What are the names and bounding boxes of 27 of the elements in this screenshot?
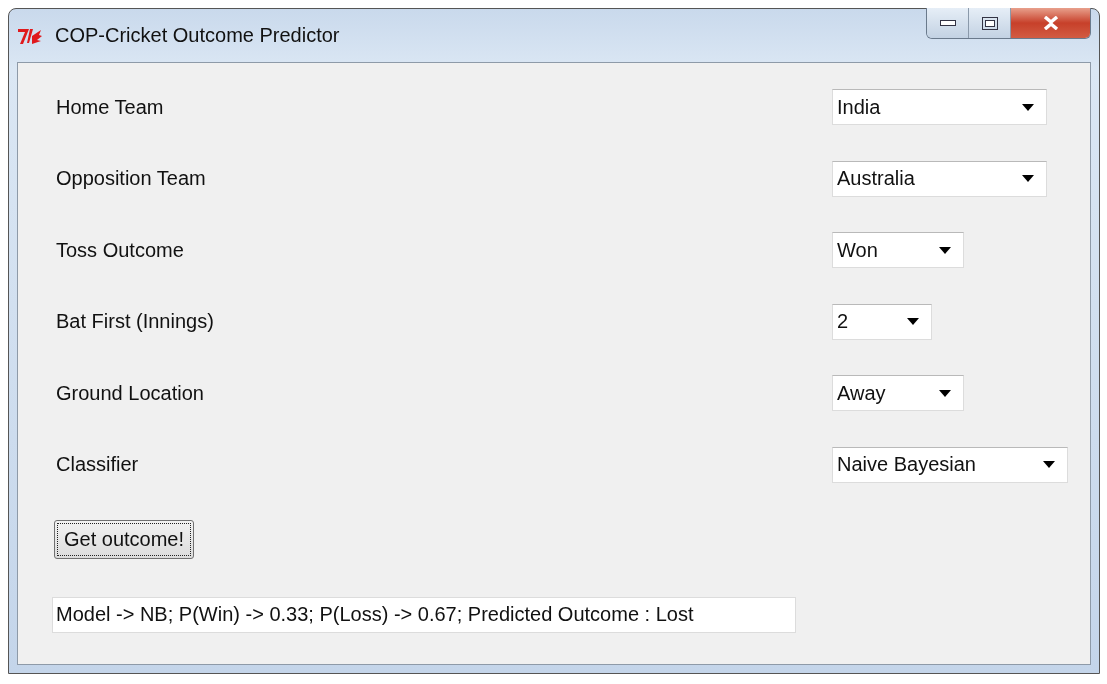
dropdown[interactable]: India — [832, 89, 1047, 125]
field-label: Toss Outcome — [56, 238, 185, 262]
field-label: Ground Location — [56, 381, 205, 405]
result-field[interactable]: Model -> NB; P(Win) -> 0.33; P(Loss) -> 0.67; Predicted Outcome : Lost — [52, 596, 796, 633]
field-label: Classifier — [56, 453, 140, 477]
dropdown-arrow-icon — [1022, 103, 1034, 111]
close-icon — [1042, 16, 1059, 30]
field-label: Opposition Team — [56, 167, 207, 191]
minimize-button[interactable] — [927, 8, 969, 38]
dropdown[interactable]: 2 — [832, 303, 932, 340]
dropdown[interactable]: Away — [832, 375, 964, 412]
dropdown[interactable]: Won — [832, 232, 964, 269]
dropdown-arrow-icon — [1022, 175, 1034, 183]
dropdown-arrow-icon — [939, 246, 951, 254]
dropdown[interactable]: Australia — [832, 160, 1047, 197]
dropdown-arrow-icon — [907, 318, 919, 326]
window-title: COP-Cricket Outcome Predictor — [55, 24, 340, 47]
minimize-icon — [939, 20, 956, 26]
maximize-icon — [981, 16, 998, 30]
close-button[interactable] — [1011, 8, 1090, 38]
maximize-button[interactable] — [969, 8, 1011, 38]
get-outcome-button[interactable]: Get outcome! — [54, 519, 194, 559]
dropdown[interactable]: Naive Bayesian — [832, 446, 1068, 483]
dropdown-arrow-icon — [939, 389, 951, 397]
dropdown-arrow-icon — [1043, 461, 1055, 469]
field-label: Home Team — [56, 95, 165, 119]
field-label: Bat First (Innings) — [56, 310, 215, 334]
